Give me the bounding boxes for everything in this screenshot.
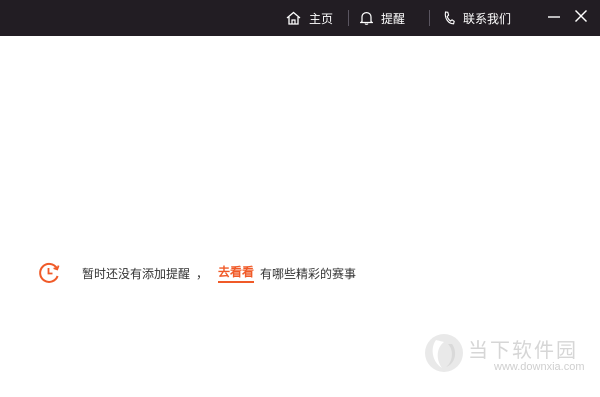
- nav-divider: [348, 10, 349, 26]
- minimize-icon: [548, 16, 560, 18]
- clock-icon: [39, 262, 60, 283]
- minimize-button[interactable]: [544, 6, 564, 26]
- nav-divider: [429, 10, 430, 26]
- nav-contact-button[interactable]: 联系我们: [443, 0, 511, 36]
- nav-remind-button[interactable]: 提醒: [360, 0, 405, 36]
- empty-message: 暂时还没有添加提醒: [82, 266, 191, 281]
- phone-icon: [444, 11, 455, 25]
- nav-home-button[interactable]: 主页: [286, 0, 333, 36]
- go-see-link[interactable]: 去看看: [218, 263, 255, 283]
- title-bar: 主页 提醒 联系我们: [0, 0, 600, 36]
- watermark-url: www.downxia.com: [494, 361, 585, 373]
- nav-remind-label: 提醒: [381, 11, 406, 26]
- watermark-text: 当下软件园: [468, 338, 578, 362]
- nav-contact-label: 联系我们: [463, 11, 512, 26]
- watermark-logo-icon: [425, 334, 463, 372]
- close-button[interactable]: [571, 6, 591, 26]
- bell-icon: [360, 11, 373, 25]
- empty-message-suffix: 有哪些精彩的赛事: [260, 266, 357, 281]
- message-separator: ，: [196, 266, 209, 281]
- close-icon: [575, 10, 587, 22]
- home-icon: [286, 11, 301, 25]
- nav-home-label: 主页: [309, 11, 334, 26]
- watermark: 当下软件园 www.downxia.com: [420, 330, 590, 380]
- empty-reminders-state: 暂时还没有添加提醒 ， 去看看 有哪些精彩的赛事: [38, 260, 356, 286]
